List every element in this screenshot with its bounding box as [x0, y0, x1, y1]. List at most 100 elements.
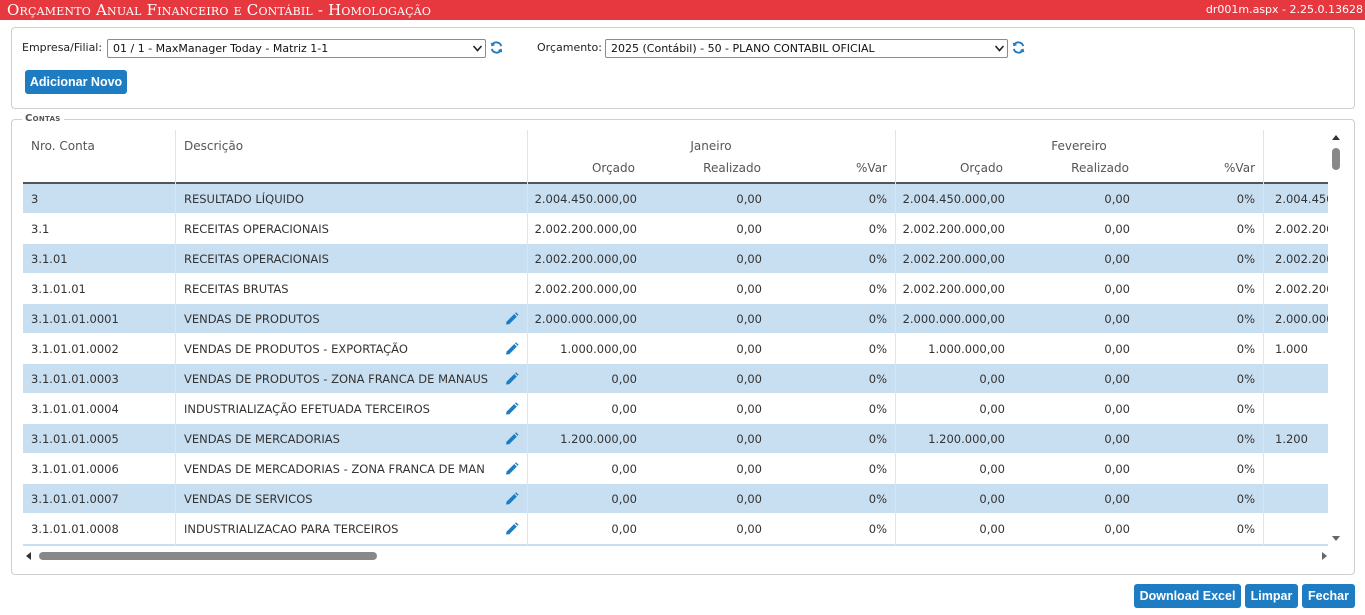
header-realizado[interactable]: Realizado [1021, 161, 1129, 175]
column-divider [175, 364, 176, 394]
cell-jan-realizado: 0,00 [736, 342, 762, 356]
cell-descricao: VENDAS DE MERCADORIAS [184, 432, 340, 446]
scroll-thumb[interactable] [39, 552, 377, 560]
empresa-select[interactable]: 01 / 1 - MaxManager Today - Matriz 1-1 [107, 39, 486, 58]
cell-jan-orcado: 2.002.200.000,00 [534, 282, 637, 296]
cell-jan-realizado: 0,00 [736, 252, 762, 266]
cell-jan-orcado: 2.004.450.000,00 [534, 192, 637, 206]
table-row[interactable]: 3.1.01.01.0004 INDUSTRIALIZAÇÃO EFETUADA … [23, 394, 1328, 424]
table-row[interactable]: 3.1.01.01 RECEITAS BRUTAS 2.002.200.000,00… [23, 274, 1328, 304]
pencil-icon[interactable] [503, 371, 519, 387]
cell-descricao: VENDAS DE MERCADORIAS - ZONA FRANCA DE M… [184, 462, 485, 476]
pencil-icon[interactable] [503, 521, 519, 537]
table-row[interactable]: 3.1 RECEITAS OPERACIONAIS 2.002.200.000,00… [23, 214, 1328, 244]
cell-jan-var: 0% [868, 282, 887, 296]
refresh-icon[interactable] [489, 40, 504, 55]
cell-nro-conta: 3.1.01.01.0006 [31, 462, 119, 476]
cell-fev-orcado: 1.200.000,00 [928, 432, 1005, 446]
cell-jan-realizado: 0,00 [736, 432, 762, 446]
cell-jan-orcado: 2.000.000.000,00 [534, 312, 637, 326]
column-divider [175, 214, 176, 244]
table-row[interactable]: 3.1.01.01.0008 INDUSTRIALIZACAO PARA TERC… [23, 514, 1328, 544]
header-descricao[interactable]: Descrição [184, 139, 243, 153]
scroll-thumb[interactable] [1332, 148, 1340, 170]
scroll-up-arrow-icon[interactable] [1332, 135, 1340, 140]
pencil-icon[interactable] [503, 311, 519, 327]
table-row[interactable]: 3.1.01.01.0003 VENDAS DE PRODUTOS - ZONA … [23, 364, 1328, 394]
cell-mar-orcado: 2.002.200 [1275, 282, 1328, 296]
horizontal-scrollbar[interactable] [23, 549, 1343, 563]
cell-descricao: INDUSTRIALIZACAO PARA TERCEIROS [184, 522, 399, 536]
cell-nro-conta: 3.1.01.01 [31, 282, 86, 296]
cell-fev-orcado: 2.002.200.000,00 [902, 252, 1005, 266]
cell-fev-orcado: 0,00 [979, 372, 1005, 386]
cell-fev-realizado: 0,00 [1104, 222, 1130, 236]
column-divider [1263, 214, 1264, 244]
header-orcado[interactable]: Orçado [527, 161, 635, 175]
cell-descricao: RECEITAS BRUTAS [184, 282, 289, 296]
cell-descricao: RESULTADO LÍQUIDO [184, 192, 304, 206]
table-row[interactable]: 3.1.01.01.0002 VENDAS DE PRODUTOS - EXPOR… [23, 334, 1328, 364]
column-divider [1263, 394, 1264, 424]
column-divider [1263, 334, 1264, 364]
pencil-icon[interactable] [503, 491, 519, 507]
cell-fev-realizado: 0,00 [1104, 402, 1130, 416]
header-var[interactable]: %Var [1151, 161, 1255, 175]
header-realizado[interactable]: Realizado [653, 161, 761, 175]
orcamento-select[interactable]: 2025 (Contábil) - 50 - PLANO CONTABIL OF… [605, 39, 1008, 58]
cell-nro-conta: 3 [31, 192, 39, 206]
pencil-icon[interactable] [503, 401, 519, 417]
vertical-scrollbar[interactable] [1329, 130, 1343, 546]
pencil-icon[interactable] [503, 341, 519, 357]
cell-fev-var: 0% [1236, 462, 1255, 476]
empresa-select-value: 01 / 1 - MaxManager Today - Matriz 1-1 [113, 42, 329, 55]
column-divider [175, 334, 176, 364]
cell-fev-var: 0% [1236, 372, 1255, 386]
table-row[interactable]: 3.1.01.01.0005 VENDAS DE MERCADORIAS 1.200… [23, 424, 1328, 454]
cell-fev-var: 0% [1236, 192, 1255, 206]
header-var[interactable]: %Var [783, 161, 887, 175]
cell-fev-var: 0% [1236, 492, 1255, 506]
cell-jan-orcado: 1.200.000,00 [560, 432, 637, 446]
cell-nro-conta: 3.1 [31, 222, 50, 236]
refresh-icon[interactable] [1011, 40, 1026, 55]
column-divider [175, 394, 176, 424]
cell-fev-realizado: 0,00 [1104, 492, 1130, 506]
contas-legend: Contas [22, 113, 64, 124]
cell-fev-orcado: 2.002.200.000,00 [902, 222, 1005, 236]
table-row[interactable]: 3.1.01.01.0007 VENDAS DE SERVICOS 0,00 0,00… [23, 484, 1328, 514]
cell-fev-var: 0% [1236, 342, 1255, 356]
cell-jan-orcado: 2.002.200.000,00 [534, 252, 637, 266]
header-orcado[interactable]: Orçado [895, 161, 1003, 175]
table-row[interactable] [23, 544, 1328, 546]
pencil-icon[interactable] [503, 461, 519, 477]
cell-descricao: VENDAS DE SERVICOS [184, 492, 313, 506]
scroll-down-arrow-icon[interactable] [1332, 536, 1340, 541]
cell-fev-realizado: 0,00 [1104, 342, 1130, 356]
table-row[interactable]: 3 RESULTADO LÍQUIDO 2.004.450.000,00 0,00 0%… [23, 184, 1328, 214]
cell-fev-orcado: 1.000.000,00 [928, 342, 1005, 356]
scroll-left-arrow-icon[interactable] [26, 552, 31, 560]
cell-jan-var: 0% [868, 342, 887, 356]
add-new-button[interactable]: Adicionar Novo [25, 70, 127, 94]
grid-header: Nro. Conta Descrição Janeiro Orçado Real… [23, 130, 1328, 184]
table-row[interactable]: 3.1.01.01.0006 VENDAS DE MERCADORIAS - ZO… [23, 454, 1328, 484]
column-divider [175, 514, 176, 544]
cell-descricao: VENDAS DE PRODUTOS - ZONA FRANCA DE MANA… [184, 372, 489, 386]
cell-mar-orcado: 2.002.200 [1275, 222, 1328, 236]
download-excel-button[interactable]: Download Excel [1134, 584, 1241, 608]
cell-jan-var: 0% [868, 372, 887, 386]
cell-fev-var: 0% [1236, 252, 1255, 266]
header-nro-conta[interactable]: Nro. Conta [31, 139, 95, 153]
table-row[interactable]: 3.1.01.01.0001 VENDAS DE PRODUTOS 2.000.00… [23, 304, 1328, 334]
cell-jan-var: 0% [868, 222, 887, 236]
fechar-button[interactable]: Fechar [1302, 584, 1355, 608]
scroll-right-arrow-icon[interactable] [1322, 552, 1327, 560]
limpar-button[interactable]: Limpar [1245, 584, 1298, 608]
cell-mar-orcado [1275, 394, 1328, 424]
cell-jan-realizado: 0,00 [736, 522, 762, 536]
pencil-icon[interactable] [503, 431, 519, 447]
table-row[interactable]: 3.1.01 RECEITAS OPERACIONAIS 2.002.200.000… [23, 244, 1328, 274]
cell-jan-var: 0% [868, 192, 887, 206]
column-divider [1263, 184, 1264, 214]
